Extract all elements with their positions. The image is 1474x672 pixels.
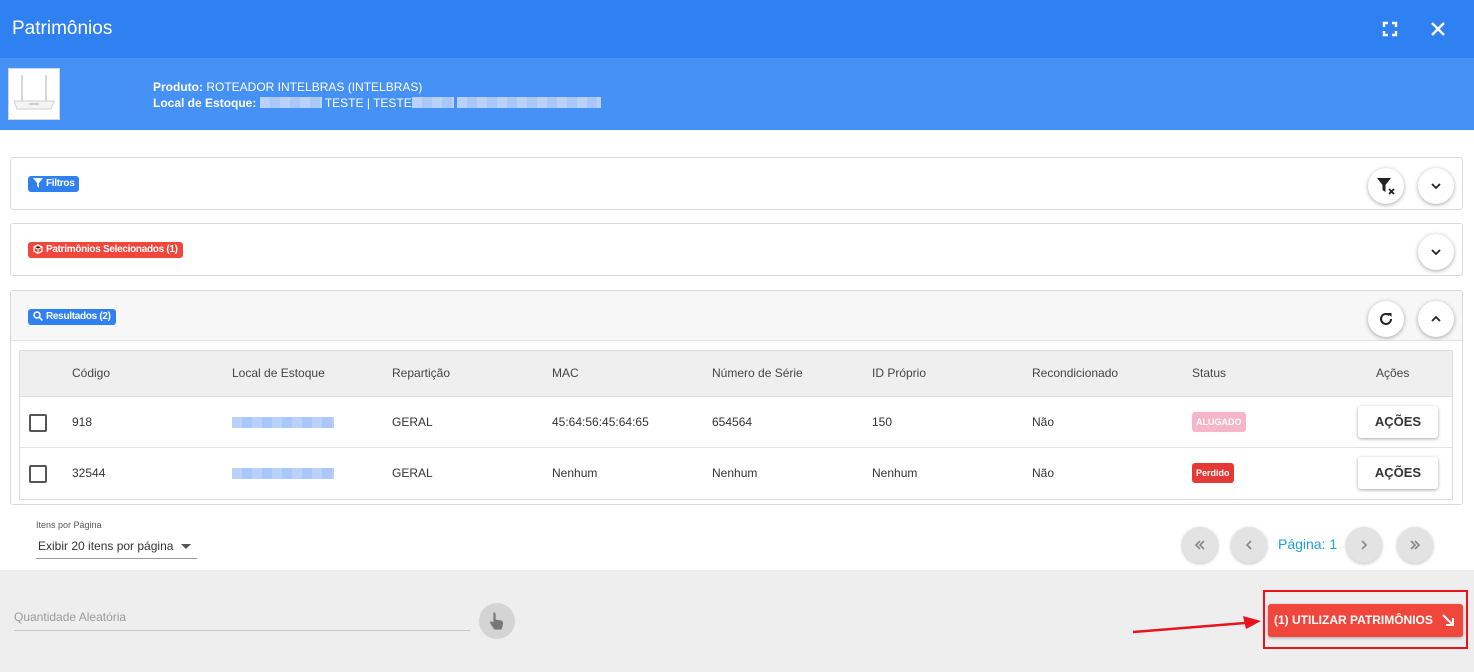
window-title: Patrimônios — [12, 18, 113, 39]
selected-label: Patrimônios Selecionados (1) — [46, 244, 178, 255]
filters-expand-button[interactable] — [1418, 168, 1454, 204]
product-info: Produto: ROTEADOR INTELBRAS (INTELBRAS) … — [153, 79, 602, 111]
selected-badge[interactable]: Patrimônios Selecionados (1) — [28, 242, 183, 258]
per-page-select[interactable]: Exibir 20 itens por página — [36, 535, 197, 559]
clear-filter-icon — [1377, 178, 1395, 195]
cell-id-proprio: Nenhum — [872, 466, 918, 480]
last-page-icon — [1410, 540, 1421, 550]
use-assets-label: (1) UTILIZAR PATRIMÔNIOS — [1274, 613, 1433, 627]
results-collapse-button[interactable] — [1418, 301, 1454, 337]
redacted-location — [232, 417, 334, 428]
chevron-down-icon — [1431, 183, 1441, 190]
search-icon — [33, 311, 43, 321]
results-badge[interactable]: Resultados (2) — [28, 309, 116, 325]
product-header: Produto: ROTEADOR INTELBRAS (INTELBRAS) … — [0, 58, 1474, 130]
prev-page-button[interactable] — [1231, 527, 1267, 563]
col-codigo: Código — [72, 366, 111, 380]
per-page-label: Itens por Página — [36, 520, 102, 530]
filters-badge[interactable]: Filtros — [28, 176, 80, 192]
next-page-button[interactable] — [1346, 527, 1382, 563]
actions-button[interactable]: AÇÕES — [1358, 406, 1438, 438]
results-panel: Resultados (2) Código Local de Estoque R… — [10, 290, 1463, 505]
clear-filters-button[interactable] — [1368, 168, 1404, 204]
product-label: Produto: — [153, 80, 203, 94]
selected-panel: Patrimônios Selecionados (1) — [10, 223, 1463, 276]
table-row: 32544 GERAL Nenhum Nenhum Nenhum Não Per… — [20, 448, 1452, 499]
col-recondicionado: Recondicionado — [1032, 366, 1119, 380]
use-assets-button[interactable]: (1) UTILIZAR PATRIMÔNIOS — [1268, 604, 1463, 637]
per-page-value: Exibir 20 itens por página — [38, 539, 174, 553]
refresh-icon — [1380, 312, 1392, 325]
filters-label: Filtros — [46, 178, 75, 189]
next-page-icon — [1361, 540, 1368, 550]
product-value: ROTEADOR INTELBRAS (INTELBRAS) — [206, 80, 423, 94]
table-row: 918 GERAL 45:64:56:45:64:65 654564 150 N… — [20, 397, 1452, 448]
row-checkbox[interactable] — [29, 414, 47, 432]
status-badge: Perdido — [1192, 463, 1234, 483]
chevron-down-icon — [1431, 249, 1441, 256]
redacted-text — [411, 97, 454, 108]
col-numero-serie: Número de Série — [712, 366, 803, 380]
col-mac: MAC — [552, 366, 579, 380]
results-label: Resultados (2) — [46, 311, 111, 322]
cell-id-proprio: 150 — [872, 415, 893, 429]
close-icon[interactable] — [1426, 17, 1450, 41]
arrow-down-right-icon — [1442, 614, 1454, 626]
cell-serie: 654564 — [712, 415, 753, 429]
table-header: Código Local de Estoque Repartição MAC N… — [20, 351, 1452, 397]
results-table: Código Local de Estoque Repartição MAC N… — [19, 350, 1453, 500]
redacted-location — [232, 468, 334, 479]
cell-serie: Nenhum — [712, 466, 758, 480]
first-page-button[interactable] — [1182, 527, 1218, 563]
cell-mac: Nenhum — [552, 466, 598, 480]
cell-mac: 45:64:56:45:64:65 — [552, 415, 649, 429]
router-image — [8, 68, 60, 120]
hand-pointer-icon — [490, 612, 504, 630]
refresh-button[interactable] — [1368, 301, 1404, 337]
random-quantity-placeholder: Quantidade Aleatória — [14, 610, 127, 624]
filter-icon — [33, 178, 43, 188]
last-page-button[interactable] — [1397, 527, 1433, 563]
first-page-icon — [1194, 540, 1205, 550]
selected-expand-button[interactable] — [1418, 234, 1454, 270]
prev-page-icon — [1245, 540, 1252, 550]
dropdown-caret-icon — [181, 544, 191, 549]
cube-icon — [33, 244, 43, 255]
col-id-proprio: ID Próprio — [872, 366, 927, 380]
redacted-text — [457, 97, 602, 108]
page-indicator: Página: 1 — [1278, 536, 1338, 552]
annotation-arrow — [1133, 616, 1261, 634]
col-status: Status — [1192, 366, 1227, 380]
location-label: Local de Estoque: — [153, 96, 257, 110]
col-acoes: Ações — [1376, 366, 1410, 380]
col-reparticao: Repartição — [392, 366, 451, 380]
row-checkbox[interactable] — [29, 465, 47, 483]
cell-recondicionado: Não — [1032, 415, 1055, 429]
actions-button[interactable]: AÇÕES — [1358, 457, 1438, 489]
filters-panel: Filtros — [10, 157, 1463, 210]
random-select-button[interactable] — [479, 603, 515, 639]
col-local-estoque: Local de Estoque — [232, 366, 325, 380]
random-quantity-input[interactable]: Quantidade Aleatória — [14, 610, 470, 631]
chevron-up-icon — [1431, 315, 1441, 322]
cell-reparticao: GERAL — [392, 415, 433, 429]
window-titlebar: Patrimônios — [0, 0, 1474, 58]
fullscreen-icon[interactable] — [1378, 17, 1402, 41]
cell-recondicionado: Não — [1032, 466, 1055, 480]
status-badge: ALUGADO — [1192, 412, 1246, 432]
cell-codigo: 918 — [72, 415, 93, 429]
cell-codigo: 32544 — [72, 466, 106, 480]
location-value: TESTE | TESTE — [324, 96, 412, 110]
redacted-text — [259, 97, 322, 108]
cell-reparticao: GERAL — [392, 466, 433, 480]
